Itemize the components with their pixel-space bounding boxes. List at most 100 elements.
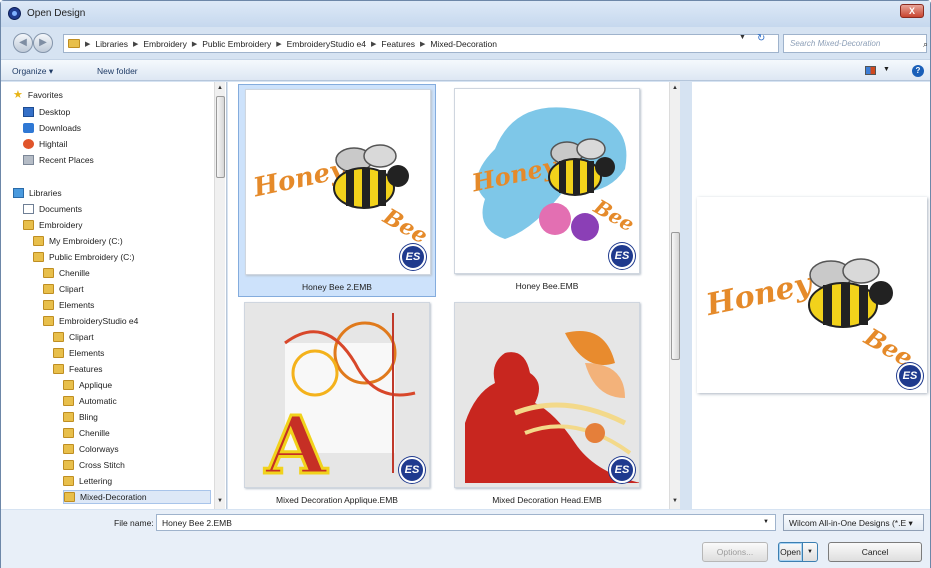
tree-label: Clipart [69, 332, 94, 342]
scroll-down-icon[interactable]: ▼ [672, 498, 678, 504]
scrollbar-thumb[interactable] [216, 96, 225, 178]
tree-item-hightail[interactable]: Hightail [23, 137, 67, 151]
file-tile[interactable]: ES Mixed Decoration Head.EMB [448, 298, 646, 511]
breadcrumb-features[interactable]: Features [381, 39, 415, 49]
app-logo-icon [8, 7, 21, 20]
es-badge: ES [400, 244, 426, 270]
tree-item-libraries[interactable]: Libraries [13, 186, 62, 200]
tree-label: Colorways [79, 444, 119, 454]
file-type-select[interactable]: Wilcom All-in-One Designs (*.E ▾ [783, 514, 924, 531]
tree-item-chenille[interactable]: Chenille [43, 266, 90, 280]
tree-item-mixed-decoration[interactable]: Mixed-Decoration [63, 490, 211, 504]
file-name-dropdown-icon[interactable]: ▼ [763, 519, 769, 525]
tree-item-documents[interactable]: Documents [23, 202, 82, 216]
tree-label: Automatic [79, 396, 117, 406]
tree-label: Clipart [59, 284, 84, 294]
help-icon[interactable]: ? [912, 65, 924, 77]
change-view-icon[interactable] [865, 66, 876, 75]
file-tile[interactable]: Honey Bee ES Honey Bee 2.EMB [238, 84, 436, 297]
tree-label: Desktop [39, 107, 71, 117]
tree-label: Bling [79, 412, 98, 422]
tree-item-applique[interactable]: Applique [63, 378, 112, 392]
design-text-bee: Bee [378, 203, 431, 249]
scrollbar-thumb[interactable] [671, 232, 680, 360]
tree-item-studio-clipart[interactable]: Clipart [53, 330, 94, 344]
tree-label: Cross Stitch [79, 460, 125, 470]
tree-label: Lettering [79, 476, 113, 486]
chevron-right-icon: ▶ [133, 40, 139, 48]
folder-icon [63, 380, 74, 390]
tree-item-my-embroidery[interactable]: My Embroidery (C:) [33, 234, 123, 248]
new-folder-button[interactable]: New folder [97, 66, 138, 76]
open-button[interactable]: Open [778, 542, 803, 562]
tree-item-clipart[interactable]: Clipart [43, 282, 84, 296]
design-thumbnail: ES [454, 302, 640, 488]
tree-item-elements[interactable]: Elements [43, 298, 94, 312]
tree-label: Mixed-Decoration [80, 492, 147, 502]
tree-item-automatic[interactable]: Automatic [63, 394, 117, 408]
forward-button[interactable]: ▶ [33, 33, 53, 53]
file-name-field[interactable]: Honey Bee 2.EMB [156, 514, 776, 531]
file-name-label: File name: [114, 518, 154, 528]
back-button[interactable]: ◀ [13, 33, 33, 53]
tree-item-embroidery[interactable]: Embroidery [23, 218, 82, 232]
tree-item-bling[interactable]: Bling [63, 410, 98, 424]
file-name-label: Honey Bee.EMB [515, 281, 579, 291]
tree-label: Downloads [39, 123, 82, 133]
file-tile[interactable]: Honey Bee ES Honey Bee.EMB [448, 84, 646, 297]
tree-item-features-chenille[interactable]: Chenille [63, 426, 110, 440]
tree-label: Chenille [59, 268, 90, 278]
tree-item-embroiderystudio[interactable]: EmbroideryStudio e4 [43, 314, 138, 328]
navigation-scrollbar[interactable]: ▲ ▼ [214, 82, 225, 509]
folder-icon [63, 412, 74, 422]
address-bar[interactable]: ▶ Libraries ▶ Embroidery ▶ Public Embroi… [63, 34, 779, 53]
command-toolbar: Organize ▾ New folder ▼ ? [1, 59, 930, 81]
preview-pane: Honey Bee ES [692, 82, 930, 509]
folder-icon [63, 396, 74, 406]
breadcrumb-embroidery[interactable]: Embroidery [143, 39, 186, 49]
folder-icon [53, 332, 64, 342]
open-split-dropdown-icon[interactable]: ▼ [802, 542, 818, 562]
view-dropdown-icon[interactable]: ▼ [883, 66, 890, 73]
tree-item-lettering[interactable]: Lettering [63, 474, 112, 488]
recent-places-icon [23, 155, 34, 165]
cancel-button[interactable]: Cancel [828, 542, 922, 562]
tree-item-public-embroidery[interactable]: Public Embroidery (C:) [33, 250, 135, 264]
tree-label: Recent Places [39, 155, 94, 165]
address-dropdown-icon[interactable]: ▼ [739, 34, 746, 41]
organize-menu-button[interactable]: Organize ▾ [12, 66, 53, 77]
title-bar: Open Design X [1, 1, 930, 27]
design-text-honey: Honey [250, 154, 350, 203]
tree-item-features[interactable]: Features [53, 362, 103, 376]
file-list-scrollbar[interactable]: ▲ ▼ [669, 82, 680, 509]
tree-item-desktop[interactable]: Desktop [23, 105, 70, 119]
folder-icon [43, 284, 54, 294]
search-input[interactable]: Search Mixed-Decoration [783, 34, 927, 53]
file-tile[interactable]: A ES Mixed Decoration Applique.EMB [238, 298, 436, 511]
tree-item-favorites[interactable]: ★ Favorites [13, 88, 63, 102]
close-button[interactable]: X [900, 4, 924, 18]
star-icon: ★ [13, 89, 23, 101]
breadcrumb-libraries[interactable]: Libraries [95, 39, 128, 49]
breadcrumb-studio[interactable]: EmbroideryStudio e4 [287, 39, 366, 49]
tree-label: My Embroidery (C:) [49, 236, 123, 246]
options-button[interactable]: Options... [702, 542, 768, 562]
search-icon[interactable]: ⌕ [923, 39, 928, 50]
breadcrumb-mixed-decoration[interactable]: Mixed-Decoration [430, 39, 497, 49]
tree-item-cross-stitch[interactable]: Cross Stitch [63, 458, 125, 472]
tree-item-downloads[interactable]: Downloads [23, 121, 81, 135]
honey-bee-preview: Honey Bee [702, 258, 918, 373]
tree-item-recent-places[interactable]: Recent Places [23, 153, 94, 167]
refresh-icon[interactable]: ↻ [757, 33, 765, 44]
tree-item-studio-elements[interactable]: Elements [53, 346, 104, 360]
navigation-bar: ◀ ▶ ▶ Libraries ▶ Embroidery ▶ Public Em… [1, 29, 930, 55]
scroll-up-icon[interactable]: ▲ [672, 85, 678, 91]
downloads-icon [23, 123, 34, 133]
tree-item-colorways[interactable]: Colorways [63, 442, 119, 456]
tree-label: Chenille [79, 428, 110, 438]
es-badge: ES [399, 457, 425, 483]
design-letter-a: A [264, 398, 328, 488]
scroll-down-icon[interactable]: ▼ [217, 498, 223, 504]
scroll-up-icon[interactable]: ▲ [217, 85, 223, 91]
breadcrumb-public-embroidery[interactable]: Public Embroidery [202, 39, 271, 49]
